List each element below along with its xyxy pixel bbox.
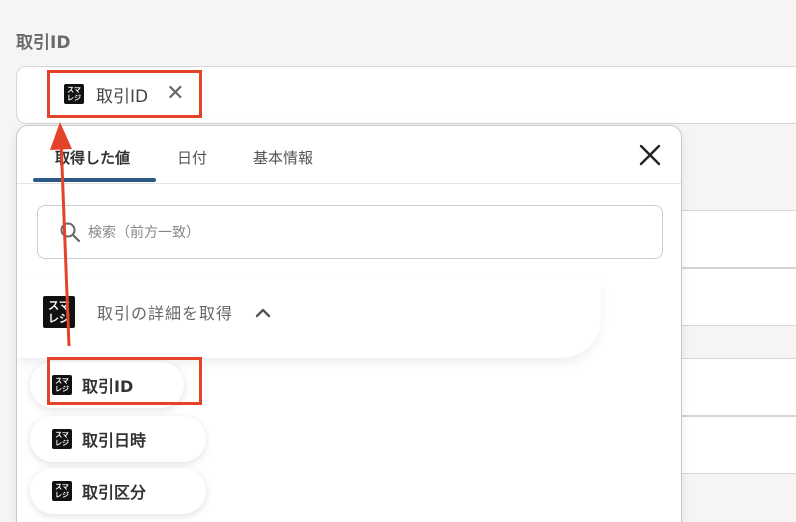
list-item-label: 取引区分 xyxy=(82,483,147,502)
value-picker-popup: 取得した値 日付 基本情報 検索（前方一致） スマ レジ 取引の詳細を取得 xyxy=(16,125,682,522)
field-label: 取引ID xyxy=(16,33,71,53)
highlight-box-item xyxy=(47,357,202,405)
list-item-transaction-type[interactable]: スマ レジ 取引区分 xyxy=(30,468,206,514)
search-input[interactable]: 検索（前方一致） xyxy=(37,205,663,259)
smaregi-app-icon: スマ レジ xyxy=(43,296,75,328)
tab-basic-info[interactable]: 基本情報 xyxy=(253,147,313,168)
tab-date[interactable]: 日付 xyxy=(177,147,207,168)
smaregi-app-icon: スマ レジ xyxy=(52,481,72,501)
active-tab-indicator xyxy=(33,178,156,182)
close-icon[interactable] xyxy=(637,142,663,168)
tab-bar: 取得した値 日付 基本情報 xyxy=(17,126,681,184)
search-icon xyxy=(60,222,80,242)
section-header-get-transaction-details[interactable]: スマ レジ 取引の詳細を取得 xyxy=(43,296,271,328)
highlight-box-chip xyxy=(47,70,202,118)
section-title: 取引の詳細を取得 xyxy=(97,304,234,323)
list-item-transaction-datetime[interactable]: スマ レジ 取引日時 xyxy=(30,416,206,462)
tab-retrieved-values[interactable]: 取得した値 xyxy=(55,147,130,168)
smaregi-app-icon: スマ レジ xyxy=(52,429,72,449)
list-item-label: 取引日時 xyxy=(82,431,147,450)
search-placeholder: 検索（前方一致） xyxy=(88,225,200,241)
chevron-up-icon[interactable] xyxy=(255,306,271,318)
